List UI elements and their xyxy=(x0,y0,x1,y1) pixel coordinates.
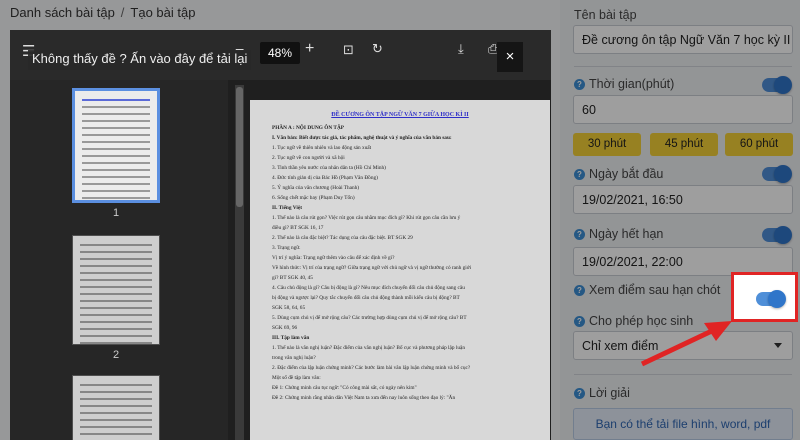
page-thumbnail-1[interactable] xyxy=(72,88,160,203)
doc-line: I. Văn bản: Biết được tác giả, tác phẩm,… xyxy=(272,135,452,141)
thumbnail-sidebar: 1 2 xyxy=(10,80,228,440)
pdf-page: ĐỀ CƯƠNG ÔN TẬP NGỮ VĂN 7 GIỮA HỌC KÌ II… xyxy=(250,100,550,440)
doc-line: 3. Tinh thần yêu nước của nhân dân ta (H… xyxy=(272,165,386,171)
doc-line: SGK 58, 64, 65 xyxy=(272,305,306,311)
fit-page-icon[interactable]: ⊡ xyxy=(343,42,354,58)
highlight-box xyxy=(731,272,798,322)
doc-line: điều gì? BT SGK 16, 17 xyxy=(272,225,324,231)
rotate-icon[interactable]: ↻ xyxy=(372,41,383,57)
reload-tip[interactable]: Không thấy đề ? Ấn vào đây để tải lại xyxy=(28,50,252,70)
zoom-level[interactable]: 48% xyxy=(260,42,300,64)
doc-line: 5. Ý nghĩa của văn chương (Hoài Thanh) xyxy=(272,185,360,191)
doc-line: SGK 69, 96 xyxy=(272,325,298,331)
doc-line: Vị trí ý nghĩa: Trạng ngữ thêm vào câu đ… xyxy=(272,255,395,261)
doc-line: Đề 2: Chứng minh rằng nhân dân Việt Nam … xyxy=(272,395,456,401)
doc-line: III. Tập làm văn xyxy=(272,335,310,341)
doc-line: 4. Đức tính giản dị của Bác Hồ (Phạm Văn… xyxy=(272,175,378,181)
pdf-viewer: ☰ − 48% + ⊡ ↻ ⤓ ⎙ Không thấy đề ? Ấn vào… xyxy=(10,30,551,440)
page-thumbnail-3[interactable] xyxy=(72,375,160,440)
doc-line: gì? BT SGK 40, 45 xyxy=(272,275,313,281)
doc-line: 2. Đặc điểm của lập luận chứng minh? Các… xyxy=(272,365,471,371)
doc-line: Đề 1: Chứng minh câu tục ngữ: "Có công m… xyxy=(272,385,417,391)
doc-line: 3. Trạng ngữ. xyxy=(272,245,301,251)
download-icon[interactable]: ⤓ xyxy=(458,41,464,57)
doc-line: 2. Thế nào là câu đặc biệt? Tác dụng của… xyxy=(272,235,413,241)
doc-line: 6. Sống chết mặc bay (Phạm Duy Tốn) xyxy=(272,195,355,201)
page-number-1: 1 xyxy=(112,207,120,219)
view-score-toggle[interactable] xyxy=(756,290,786,308)
doc-line: 2. Tục ngữ về con người và xã hội xyxy=(272,155,345,161)
page-thumbnail-2[interactable] xyxy=(72,235,160,345)
page-number-2: 2 xyxy=(112,349,120,361)
doc-line: 1. Thế nào là văn nghị luận? Đặc điểm củ… xyxy=(272,345,465,351)
zoom-in-icon[interactable]: + xyxy=(305,40,314,58)
doc-line: Về hình thức: Vị trí của trạng ngữ? Giữa… xyxy=(272,265,472,271)
doc-line: II. Tiếng Việt xyxy=(272,205,302,211)
doc-line: 5. Dùng cụm chủ vị để mở rộng câu? Các t… xyxy=(272,315,467,321)
close-icon[interactable]: × xyxy=(497,42,523,72)
doc-line: 1. Thế nào là câu rút gọn? Việc rút gọn … xyxy=(272,215,461,221)
doc-title: ĐỀ CƯƠNG ÔN TẬP NGỮ VĂN 7 GIỮA HỌC KÌ II xyxy=(331,112,469,118)
doc-line: 1. Tục ngữ về thiên nhiên và lao động sả… xyxy=(272,145,372,151)
doc-line: bị động và ngược lại? Quy tắc chuyển đổi… xyxy=(272,295,460,301)
doc-line: PHẦN A : NỘI DUNG ÔN TẬP xyxy=(272,125,345,131)
doc-line: 4. Câu chủ động là gì? Câu bị động là gì… xyxy=(272,285,465,291)
thumbnail-scrollbar[interactable] xyxy=(235,85,244,440)
doc-body: PHẦN A : NỘI DUNG ÔN TẬP I. Văn bản: Biết… xyxy=(272,123,528,403)
doc-line: Một số đề tập làm văn: xyxy=(272,375,321,381)
doc-line: trong văn nghị luận? xyxy=(272,355,316,361)
